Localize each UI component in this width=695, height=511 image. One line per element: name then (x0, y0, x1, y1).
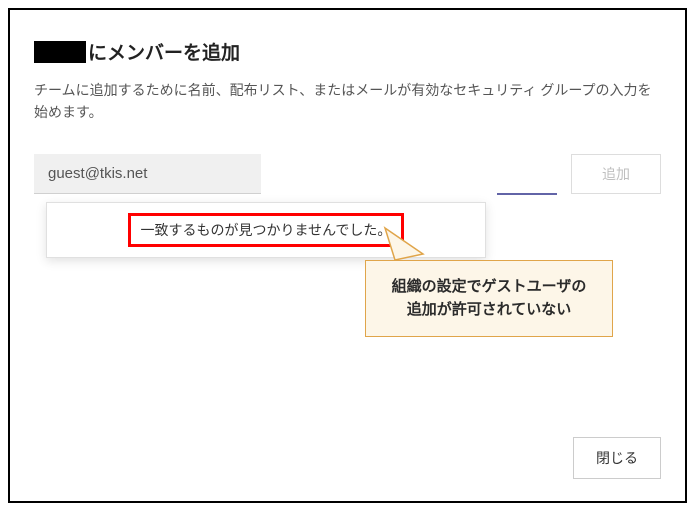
redacted-team-name (34, 41, 86, 63)
close-button[interactable]: 閉じる (573, 437, 661, 479)
dialog-subtitle: チームに追加するために名前、配布リスト、またはメールが有効なセキュリティ グルー… (34, 79, 661, 124)
add-member-input-row: 追加 (34, 154, 661, 194)
annotation-callout-box: 組織の設定でゲストユーザの 追加が許可されていない (365, 260, 613, 337)
add-button[interactable]: 追加 (571, 154, 661, 194)
callout-line1: 組織の設定でゲストユーザの (392, 278, 587, 295)
dialog-title-row: にメンバーを追加 (34, 38, 661, 65)
callout-line2: 追加が許可されていない (407, 301, 572, 318)
dialog-frame: にメンバーを追加 チームに追加するために名前、配布リスト、またはメールが有効なセ… (8, 8, 687, 503)
callout-pointer-icon (377, 226, 437, 262)
no-match-message: 一致するものが見つかりませんでした。 (128, 213, 405, 247)
search-input-wrapper (34, 154, 557, 194)
annotation-callout: 組織の設定でゲストユーザの 追加が許可されていない (365, 260, 613, 337)
member-search-input[interactable] (34, 154, 261, 194)
dialog-title: にメンバーを追加 (88, 38, 240, 65)
input-focus-underline (497, 193, 557, 195)
